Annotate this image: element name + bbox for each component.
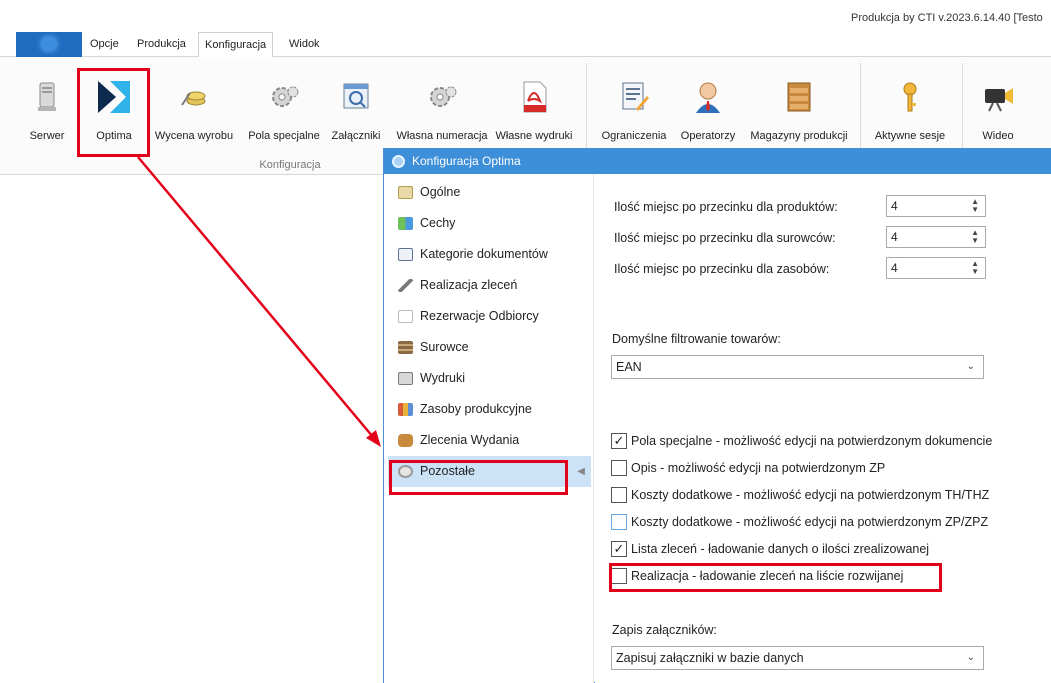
nav-item-wydruki[interactable]: Wydruki [388, 363, 591, 394]
resources-icon [398, 403, 413, 416]
nav-item-kategorie-dokumentow[interactable]: Kategorie dokumentów [388, 239, 591, 270]
wycena-wyrobu-button[interactable]: Wycena wyrobu [148, 79, 240, 145]
checkbox-unchecked[interactable] [611, 487, 627, 503]
konfiguracja-optima-dialog: Konfiguracja Optima Ogólne Cechy Kategor… [383, 148, 1051, 683]
stepper-arrows-icon[interactable]: ▲ ▼ [971, 198, 979, 214]
nav-item-rezerwacje-odbiorcy[interactable]: Rezerwacje Odbiorcy [388, 301, 591, 332]
checkbox-checked[interactable]: ✓ [611, 433, 627, 449]
nav-item-realizacja-zlecen[interactable]: Realizacja zleceń [388, 270, 591, 301]
wideo-button[interactable]: Wideo [972, 79, 1024, 145]
chevron-left-icon: ◀ [577, 466, 585, 477]
nav-item-cechy[interactable]: Cechy [388, 208, 591, 239]
filter-select[interactable]: EAN ⌄ [611, 355, 984, 379]
tab-opcje[interactable]: Opcje [84, 32, 125, 57]
zasoby-decimals-stepper[interactable]: 4 ▲ ▼ [886, 257, 986, 279]
key-icon [903, 82, 917, 112]
aktywne-sesje-button[interactable]: Aktywne sesje [868, 79, 952, 145]
gears-icon [272, 86, 299, 107]
zalaczniki-button[interactable]: Załączniki [328, 79, 384, 145]
nav-item-ogolne[interactable]: Ogólne [388, 177, 591, 208]
app-menu-button[interactable] [16, 32, 82, 57]
general-icon [398, 186, 413, 199]
highlight-realizacja [609, 563, 942, 592]
magazyny-produkcji-button[interactable]: Magazyny produkcji [746, 79, 852, 145]
gears-numbering-icon [430, 86, 457, 107]
user-icon [696, 82, 720, 113]
document-edit-icon [622, 82, 649, 111]
highlight-optima [77, 68, 150, 157]
features-icon [398, 217, 413, 230]
warehouse-shelf-icon [787, 82, 811, 112]
chevron-down-icon: ⌄ [966, 652, 975, 663]
app-logo-icon [41, 37, 57, 51]
dialog-icon [392, 155, 405, 168]
chevron-down-icon: ⌄ [966, 361, 975, 372]
attachments-select[interactable]: Zapisuj załączniki w bazie danych ⌄ [611, 646, 984, 670]
operatorzy-button[interactable]: Operatorzy [676, 79, 740, 145]
filter-label: Domyślne filtrowanie towarów: [612, 332, 781, 346]
blank-page-icon [398, 310, 413, 323]
printer-icon [398, 372, 413, 385]
title-bar: Produkcja by CTI v.2023.6.14.40 [Testo [0, 0, 1051, 32]
stepper-arrows-icon[interactable]: ▲ ▼ [971, 260, 979, 276]
attachments-label: Zapis załączników: [612, 623, 717, 637]
pola-specjalne-button[interactable]: Pola specjalne [244, 79, 324, 145]
checkbox-checked[interactable]: ✓ [611, 541, 627, 557]
ograniczenia-button[interactable]: Ograniczenia [596, 79, 672, 145]
pdf-icon [523, 81, 547, 113]
produkty-decimals-stepper[interactable]: 4 ▲ ▼ [886, 195, 986, 217]
document-categories-icon [398, 248, 413, 261]
coins-icon [181, 91, 206, 106]
truck-icon [398, 434, 413, 447]
surowce-decimals-stepper[interactable]: 4 ▲ ▼ [886, 226, 986, 248]
app-title: Produkcja by CTI v.2023.6.14.40 [Testo [851, 12, 1043, 24]
menu-bar: Opcje Produkcja Konfiguracja Widok [0, 32, 1051, 58]
attachment-window-icon [343, 83, 369, 109]
raw-materials-icon [398, 341, 413, 354]
surowce-decimals-label: Ilość miejsc po przecinku dla surowców: [614, 231, 836, 245]
stepper-arrows-icon[interactable]: ▲ ▼ [971, 229, 979, 245]
tab-widok[interactable]: Widok [283, 32, 326, 57]
dialog-title-bar: Konfiguracja Optima [384, 149, 1051, 174]
server-icon [38, 82, 56, 111]
produkty-decimals-label: Ilość miejsc po przecinku dla produktów: [614, 200, 838, 214]
dialog-nav: Ogólne Cechy Kategorie dokumentów Realiz… [384, 174, 594, 683]
nav-item-zasoby-produkcyjne[interactable]: Zasoby produkcyjne [388, 394, 591, 425]
wlasne-wydruki-button[interactable]: Własne wydruki [494, 79, 574, 145]
video-camera-icon [985, 88, 1013, 112]
tools-icon [398, 279, 413, 292]
serwer-button[interactable]: Serwer [28, 79, 66, 145]
dialog-title: Konfiguracja Optima [412, 154, 521, 168]
tab-produkcja[interactable]: Produkcja [131, 32, 192, 57]
checkbox-unchecked[interactable] [611, 514, 627, 530]
wlasna-numeracja-button[interactable]: Własna numeracja [394, 79, 490, 145]
tab-konfiguracja[interactable]: Konfiguracja [198, 32, 274, 58]
checkbox-unchecked[interactable] [611, 460, 627, 476]
zasoby-decimals-label: Ilość miejsc po przecinku dla zasobów: [614, 262, 830, 276]
highlight-pozostale [389, 460, 568, 495]
nav-item-surowce[interactable]: Surowce [388, 332, 591, 363]
nav-item-zlecenia-wydania[interactable]: Zlecenia Wydania [388, 425, 591, 456]
dialog-content: Ilość miejsc po przecinku dla produktów:… [595, 174, 1051, 683]
